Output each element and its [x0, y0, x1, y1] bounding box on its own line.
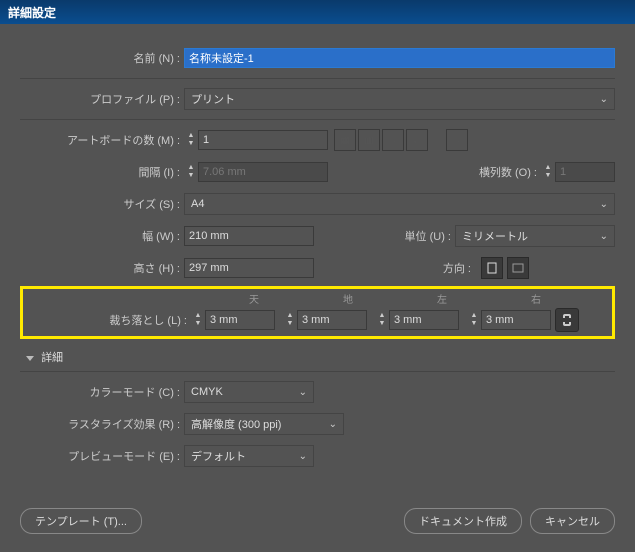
chevron-down-icon: ⌄	[600, 199, 608, 210]
landscape-icon[interactable]	[507, 257, 529, 279]
profile-select[interactable]: プリント ⌄	[184, 88, 615, 110]
height-input[interactable]	[184, 258, 314, 278]
spacing-input	[198, 162, 328, 182]
portrait-icon[interactable]	[481, 257, 503, 279]
chevron-down-icon: ⌄	[600, 94, 608, 105]
profile-label: プロファイル (P) :	[20, 91, 184, 107]
name-input[interactable]	[184, 48, 615, 68]
bleed-highlight: 天 地 左 右 裁ち落とし (L) : ▲▼ ▲▼ ▲▼ ▲▼	[20, 286, 615, 339]
size-label: サイズ (S) :	[20, 196, 184, 212]
template-button[interactable]: テンプレート (T)...	[20, 508, 142, 534]
width-label: 幅 (W) :	[20, 228, 184, 244]
preview-label: プレビューモード (E) :	[20, 448, 184, 464]
bleed-right-stepper[interactable]: ▲▼	[467, 310, 551, 330]
detail-toggle[interactable]: 詳細	[26, 349, 615, 365]
spacing-label: 間隔 (I) :	[20, 164, 184, 180]
dialog-window: 詳細設定 名前 (N) : プロファイル (P) : プリント ⌄ アートボード…	[0, 0, 635, 552]
artboards-label: アートボードの数 (M) :	[20, 132, 184, 148]
arrow-right-icon: →	[382, 129, 404, 151]
width-input[interactable]	[184, 226, 314, 246]
size-select[interactable]: A4 ⌄	[184, 193, 615, 215]
columns-input	[555, 162, 615, 182]
cancel-button[interactable]: キャンセル	[530, 508, 615, 534]
name-label: 名前 (N) :	[20, 50, 184, 66]
grid-row-icon: ▦	[334, 129, 356, 151]
chevron-down-icon: ⌄	[329, 419, 337, 430]
chevron-down-icon: ⌄	[600, 231, 608, 242]
arrow-left-icon: ←	[406, 129, 428, 151]
chevron-down-icon: ⌄	[299, 387, 307, 398]
orientation-label: 方向 :	[443, 260, 475, 276]
chevron-down-icon: ⌄	[299, 451, 307, 462]
raster-select[interactable]: 高解像度 (300 ppi) ⌄	[184, 413, 344, 435]
preview-select[interactable]: デフォルト ⌄	[184, 445, 314, 467]
raster-label: ラスタライズ効果 (R) :	[20, 416, 184, 432]
colormode-select[interactable]: CMYK ⌄	[184, 381, 314, 403]
triangle-down-icon	[26, 356, 34, 361]
unit-label: 単位 (U) :	[405, 228, 455, 244]
create-button[interactable]: ドキュメント作成	[404, 508, 522, 534]
artboards-stepper[interactable]: ▲▼	[184, 130, 328, 150]
link-icon[interactable]	[555, 308, 579, 332]
grid-col-icon: ▥	[358, 129, 380, 151]
colormode-label: カラーモード (C) :	[20, 384, 184, 400]
columns-label: 横列数 (O) :	[479, 164, 541, 180]
bleed-bottom-stepper[interactable]: ▲▼	[283, 310, 367, 330]
bleed-left-stepper[interactable]: ▲▼	[375, 310, 459, 330]
bleed-label: 裁ち落とし (L) :	[27, 312, 191, 328]
titlebar: 詳細設定	[0, 0, 635, 24]
height-label: 高さ (H) :	[20, 260, 184, 276]
bleed-top-stepper[interactable]: ▲▼	[191, 310, 275, 330]
unit-select[interactable]: ミリメートル ⌄	[455, 225, 615, 247]
arrow-right2-icon: →	[446, 129, 468, 151]
dialog-title: 詳細設定	[8, 4, 56, 21]
